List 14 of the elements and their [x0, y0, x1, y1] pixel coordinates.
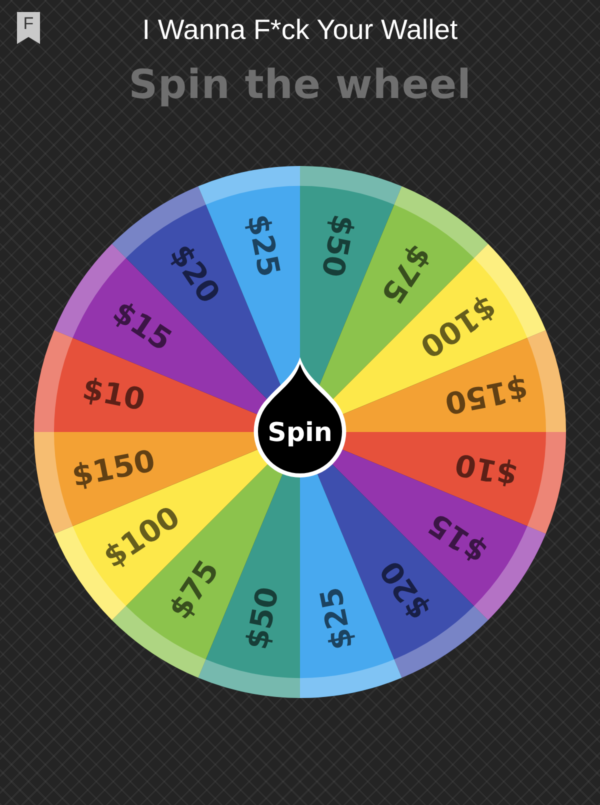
- segment-label: $50: [240, 584, 286, 652]
- segment-label: $15: [106, 294, 178, 358]
- segment-label: $10: [80, 372, 148, 418]
- bookmark-badge[interactable]: F: [17, 12, 40, 44]
- spin-pointer-icon: [254, 357, 346, 478]
- page-title: I Wanna F*ck Your Wallet: [142, 14, 458, 46]
- segment-label: $150: [69, 444, 158, 494]
- segment-label: $15: [422, 506, 494, 570]
- segment-label: $25: [314, 584, 360, 652]
- segment-label: $10: [452, 446, 520, 492]
- segment-label: $50: [314, 212, 360, 280]
- wheel-heading: Spin the wheel: [128, 62, 472, 110]
- segment-label: $150: [442, 370, 531, 420]
- segment-label: $25: [240, 212, 286, 280]
